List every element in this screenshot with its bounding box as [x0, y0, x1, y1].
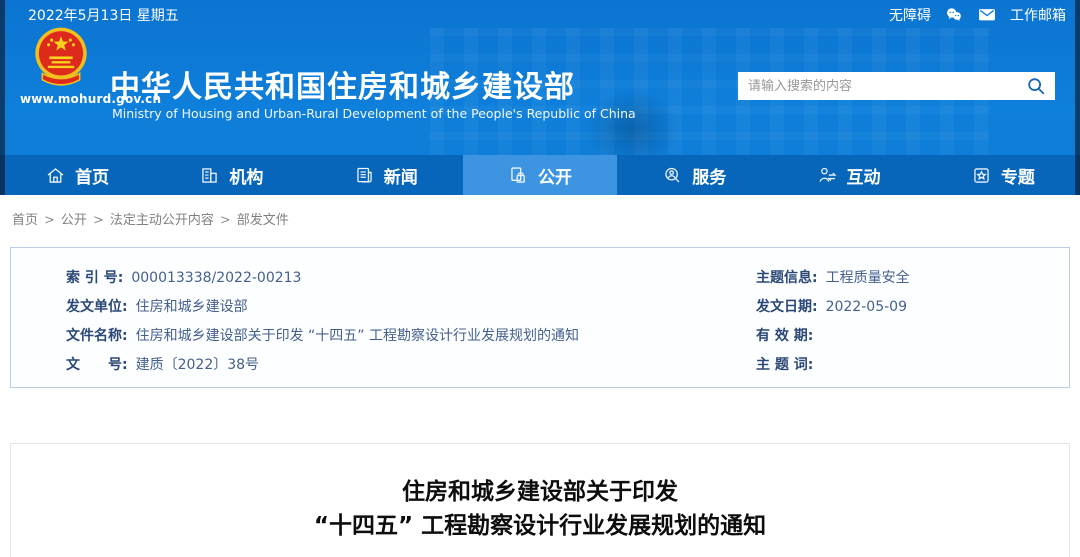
nav-item-label: 服务	[692, 167, 727, 188]
breadcrumb-separator: >	[92, 213, 104, 228]
site-header: 2022年5月13日 星期五 无障碍 工作邮箱 www.mohurd.gov.c…	[0, 0, 1080, 195]
meta-value: 建质〔2022〕38号	[135, 357, 260, 373]
article-title: 住房和城乡建设部关于印发 “十四五” 工程勘察设计行业发展规划的通知	[11, 475, 1069, 543]
nav-item-home[interactable]: 首页	[0, 155, 154, 195]
meta-label: 主题信息:	[756, 270, 818, 286]
meta-row-subject-info: 主题信息: 工程质量安全	[756, 269, 1069, 288]
breadcrumb-separator: >	[44, 213, 55, 228]
organization-icon	[199, 165, 220, 186]
meta-row-index-number: 索 引 号: 000013338/2022-00213	[66, 269, 756, 288]
breadcrumb-current: 部发文件	[236, 213, 289, 228]
wechat-icon[interactable]	[944, 5, 964, 25]
interaction-icon	[817, 165, 838, 186]
nav-item-topics[interactable]: 专题	[926, 155, 1080, 195]
meta-row-file-name: 文件名称: 住房和城乡建设部关于印发 “十四五” 工程勘察设计行业发展规划的通知	[66, 327, 756, 346]
nav-item-service[interactable]: 服务	[617, 155, 771, 195]
breadcrumb: 首页 > 公开 > 法定主动公开内容 > 部发文件	[12, 209, 1080, 228]
topbar-right: 无障碍 工作邮箱	[889, 5, 1066, 25]
meta-value: 住房和城乡建设部关于印发 “十四五” 工程勘察设计行业发展规划的通知	[135, 328, 580, 344]
meta-row-issuing-unit: 发文单位: 住房和城乡建设部	[66, 298, 756, 317]
nav-item-label: 公开	[537, 167, 572, 188]
page: 2022年5月13日 星期五 无障碍 工作邮箱 www.mohurd.gov.c…	[0, 0, 1080, 557]
site-subtitle-en: Ministry of Housing and Urban-Rural Deve…	[112, 106, 636, 121]
breadcrumb-statutory-content[interactable]: 法定主动公开内容	[110, 213, 214, 228]
meta-value: 住房和城乡建设部	[135, 299, 248, 315]
breadcrumb-separator: >	[219, 213, 231, 228]
work-mailbox-link[interactable]: 工作邮箱	[1010, 5, 1066, 25]
meta-value: 000013338/2022-00213	[131, 270, 302, 286]
home-icon	[45, 165, 66, 186]
search-icon[interactable]	[1025, 75, 1047, 97]
disclosure-icon	[508, 165, 529, 186]
article-title-line2: “十四五” 工程勘察设计行业发展规划的通知	[313, 513, 767, 539]
topics-icon	[971, 165, 992, 186]
news-icon	[354, 165, 375, 186]
meta-label: 发文单位:	[66, 299, 128, 315]
left-edge-shade	[0, 0, 5, 195]
current-date: 2022年5月13日 星期五	[28, 8, 179, 24]
meta-label: 主 题 词:	[756, 357, 814, 373]
mail-icon[interactable]	[977, 5, 997, 25]
meta-row-validity: 有 效 期:	[756, 327, 1069, 346]
nav-item-disclosure[interactable]: 公开	[462, 155, 618, 195]
article-title-line1: 住房和城乡建设部关于印发	[402, 479, 678, 505]
accessibility-link[interactable]: 无障碍	[889, 5, 931, 25]
nav-item-label: 新闻	[383, 167, 418, 188]
header-main: www.mohurd.gov.cn 中华人民共和国住房和城乡建设部 Minist…	[0, 27, 1080, 155]
meta-label: 索 引 号:	[66, 270, 124, 286]
meta-row-issue-date: 发文日期: 2022-05-09	[756, 298, 1069, 317]
main-nav: 首页 机构 新闻 公开 服务 互动 专题	[0, 155, 1080, 195]
search-input[interactable]	[748, 78, 1025, 94]
meta-column-right: 主题信息: 工程质量安全 发文日期: 2022-05-09 有 效 期: 主 题 词…	[756, 269, 1069, 387]
breadcrumb-disclosure[interactable]: 公开	[61, 213, 87, 228]
meta-row-keywords: 主 题 词:	[756, 356, 1069, 375]
meta-label: 发文日期:	[756, 299, 818, 315]
topbar: 2022年5月13日 星期五 无障碍 工作邮箱	[0, 0, 1080, 30]
meta-column-left: 索 引 号: 000013338/2022-00213 发文单位: 住房和城乡建设部…	[66, 269, 756, 387]
search-box	[738, 72, 1055, 100]
nav-item-organization[interactable]: 机构	[154, 155, 308, 195]
service-icon	[662, 165, 683, 186]
nav-item-label: 机构	[229, 167, 264, 188]
meta-value: 2022-05-09	[825, 299, 907, 315]
nav-item-label: 首页	[75, 167, 110, 188]
nav-item-label: 互动	[846, 167, 881, 188]
nav-item-label: 专题	[1000, 167, 1035, 188]
article-box: 住房和城乡建设部关于印发 “十四五” 工程勘察设计行业发展规划的通知	[10, 443, 1070, 557]
site-title: 中华人民共和国住房和城乡建设部	[110, 70, 575, 105]
meta-row-document-number: 文 号: 建质〔2022〕38号	[66, 356, 756, 375]
nav-item-news[interactable]: 新闻	[309, 155, 463, 195]
document-meta-box: 索 引 号: 000013338/2022-00213 发文单位: 住房和城乡建设部…	[10, 247, 1070, 388]
meta-label: 文 号:	[66, 357, 128, 373]
breadcrumb-home[interactable]: 首页	[12, 213, 38, 228]
nav-item-interaction[interactable]: 互动	[771, 155, 925, 195]
meta-label: 有 效 期:	[756, 328, 814, 344]
meta-label: 文件名称:	[66, 328, 128, 344]
right-edge-shade	[1075, 0, 1080, 195]
meta-value: 工程质量安全	[825, 270, 910, 286]
national-emblem	[33, 26, 89, 90]
